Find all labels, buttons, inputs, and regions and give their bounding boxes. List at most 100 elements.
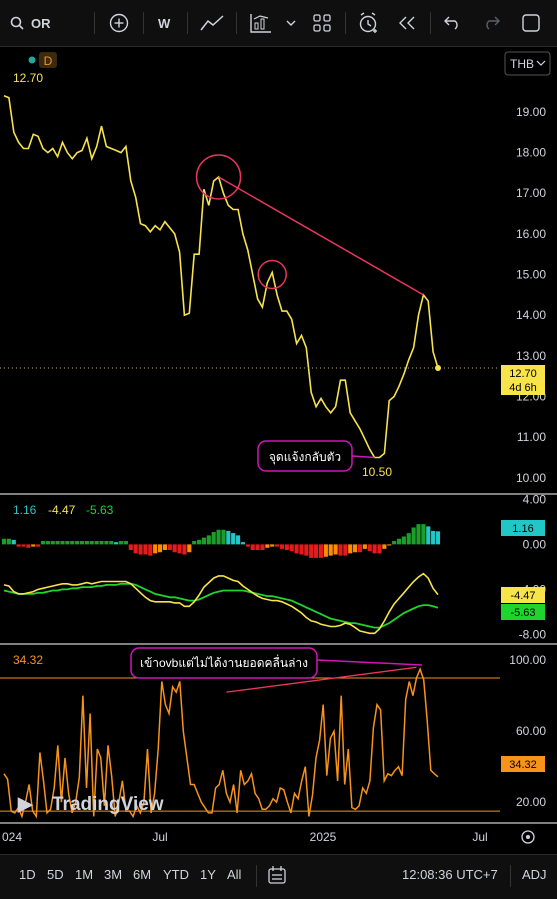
macd-histogram-bar	[26, 544, 31, 548]
macd-histogram-bar	[304, 544, 309, 556]
macd-histogram-bar	[240, 542, 246, 545]
macd-histogram-bar	[318, 544, 324, 558]
resistance-trendline	[218, 176, 424, 296]
macd-histogram-bar	[392, 541, 397, 545]
range-all[interactable]: All	[227, 867, 241, 882]
macd-histogram-bar	[177, 544, 182, 554]
rsi-last-badge-text: 34.32	[509, 759, 537, 771]
price-axis-tick: 10.00	[516, 471, 546, 485]
macd-histogram-bar	[65, 541, 70, 545]
macd-histogram-bar	[109, 541, 114, 545]
time-axis-tick: Jul	[152, 830, 167, 844]
add-symbol-icon[interactable]	[108, 11, 130, 35]
macd-histogram-bar	[245, 544, 250, 547]
macd-histogram-bar	[382, 544, 387, 549]
top-toolbar: OR W	[0, 0, 557, 47]
range-6m[interactable]: 6M	[133, 867, 151, 882]
macd-histogram-bar	[40, 541, 46, 545]
price-axis-tick: 17.00	[516, 186, 546, 200]
macd-histogram-bar	[128, 544, 133, 550]
range-1m[interactable]: 1M	[75, 867, 93, 882]
symbol-label[interactable]: OR	[31, 11, 51, 35]
macd-histogram-bar	[6, 538, 11, 545]
overbought-callout-pointer	[316, 659, 423, 666]
macd-histogram-bar	[143, 544, 148, 555]
macd-histogram-bar	[377, 544, 382, 554]
macd-histogram-bar	[45, 541, 50, 545]
replay-icon[interactable]	[397, 11, 417, 35]
macd-axis-tick: -8.00	[519, 627, 547, 641]
range-1y[interactable]: 1Y	[200, 867, 216, 882]
macd-histogram-bar	[314, 544, 319, 558]
interval-button[interactable]: W	[158, 11, 170, 35]
macd-histogram-bar	[114, 542, 119, 545]
macd-histogram-bar	[265, 544, 270, 548]
macd-histogram-bar	[396, 538, 402, 545]
range-1d[interactable]: 1D	[19, 867, 36, 882]
clock-text[interactable]: 12:08:36 UTC+7	[402, 867, 498, 882]
layout-icon[interactable]	[312, 11, 332, 35]
price-axis-tick: 16.00	[516, 227, 546, 241]
bar-chart-icon[interactable]	[250, 11, 272, 35]
macd-histogram-bar	[99, 541, 104, 545]
reversal-callout-text: จุดแจ้งกลับตัว	[269, 450, 341, 465]
macd-histogram-bar	[279, 544, 285, 549]
macd-histogram-bar	[401, 536, 406, 545]
price-line	[3, 94, 439, 459]
price-axis-tick: 18.00	[516, 146, 546, 160]
macd-histogram-bar	[275, 544, 280, 547]
fullscreen-icon[interactable]	[521, 11, 541, 35]
macd-histogram-bar	[118, 541, 124, 545]
macd-histogram-bar	[157, 544, 163, 553]
macd-histogram-bar	[416, 524, 421, 545]
macd-histogram-bar	[84, 541, 89, 545]
price-axis-tick: 14.00	[516, 308, 546, 322]
macd-histogram-bar	[70, 541, 75, 545]
alert-icon[interactable]	[358, 11, 380, 35]
macd-histogram-bar	[31, 544, 36, 547]
adj-toggle[interactable]: ADJ	[522, 867, 547, 882]
price-axis-tick: 15.00	[516, 268, 546, 282]
date-range-icon[interactable]	[267, 865, 287, 888]
search-icon[interactable]	[10, 11, 24, 35]
macd-histogram-bar	[11, 539, 16, 545]
reversal-callout-pointer	[351, 455, 375, 459]
range-5d[interactable]: 5D	[47, 867, 64, 882]
macd-histogram-bar	[167, 544, 172, 550]
redo-icon[interactable]	[481, 11, 501, 35]
tradingview-watermark: TradingView	[52, 794, 164, 815]
undo-icon[interactable]	[443, 11, 463, 35]
last-price-dot	[435, 365, 441, 372]
range-3m[interactable]: 3M	[104, 867, 122, 882]
macd-histogram-bar	[343, 544, 348, 556]
macd-histogram-bar	[348, 544, 353, 554]
macd-histogram-bar	[353, 544, 358, 553]
macd-histogram-bar	[201, 537, 207, 545]
last-price-badge-countdown: 4d 6h	[509, 382, 537, 394]
macd-histogram-bar	[94, 541, 99, 545]
macd-histogram-bar	[89, 541, 94, 545]
chart-canvas[interactable]: 20.00 19.00 18.00 17.00 16.00 15.00 14.00 13.00…	[0, 46, 557, 854]
macd-histogram-bar	[55, 541, 60, 545]
chevron-down-icon[interactable]	[285, 11, 297, 35]
line-chart-icon[interactable]	[200, 11, 224, 35]
tradingview-logo-icon: ▶	[17, 794, 34, 815]
macd-histogram-bar	[1, 538, 7, 545]
macd-histogram-bar	[250, 544, 255, 550]
macd-histogram-bar	[367, 544, 372, 552]
macd-histogram-bar	[255, 544, 260, 550]
macd-histogram-bar	[372, 544, 377, 554]
macd-signal-line	[3, 582, 439, 629]
settings-gear-center	[526, 835, 530, 839]
macd-axis-tick: 4.00	[523, 492, 547, 506]
macd-histogram-bar	[406, 533, 411, 545]
macd-histogram-bar	[196, 539, 202, 545]
range-ytd[interactable]: YTD	[163, 867, 189, 882]
price-axis-tick: 13.00	[516, 349, 546, 363]
macd-histogram-bar	[421, 524, 426, 545]
macd-histogram-bar	[148, 544, 153, 556]
macd-histogram-bar	[182, 544, 187, 555]
chart-area[interactable]: 20.00 19.00 18.00 17.00 16.00 15.00 14.00 13.00…	[0, 46, 557, 854]
macd-histogram-bar	[333, 544, 338, 555]
macd-line	[3, 572, 439, 635]
